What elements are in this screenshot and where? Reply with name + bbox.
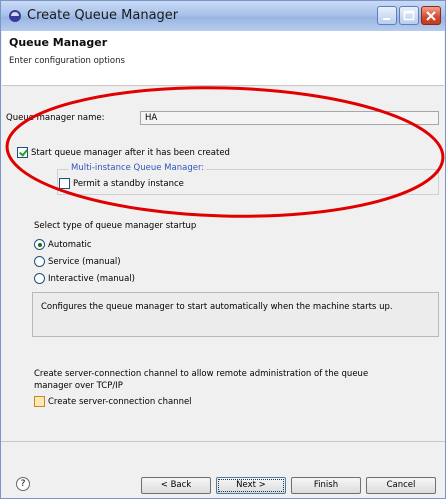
- radio-interactive-manual[interactable]: [34, 273, 45, 284]
- multi-instance-legend: Multi-instance Queue Manager:: [69, 163, 207, 173]
- finish-button-label: Finish: [313, 480, 339, 490]
- create-queue-manager-window: Create Queue Manager Queue Manager Enter…: [0, 0, 446, 499]
- radio-interactive-manual-label: Interactive (manual): [48, 274, 135, 284]
- page-subtitle: Enter configuration options: [9, 56, 125, 66]
- startup-description-box: Configures the queue manager to start au…: [32, 292, 439, 337]
- radio-service-manual-label: Service (manual): [48, 257, 121, 267]
- channel-info-line-1: Create server-connection channel to allo…: [34, 369, 369, 379]
- minimize-icon: [383, 18, 390, 20]
- finish-button[interactable]: Finish: [291, 477, 361, 494]
- cancel-button-label: Cancel: [386, 480, 416, 490]
- back-button-label: < Back: [160, 480, 192, 490]
- footer-divider: [1, 441, 445, 442]
- queue-manager-name-label: Queue manager name:: [6, 113, 105, 123]
- next-button[interactable]: Next >: [216, 477, 286, 494]
- wizard-header: Queue Manager Enter configuration option…: [2, 31, 444, 86]
- close-button[interactable]: [421, 6, 441, 25]
- radio-automatic[interactable]: [34, 239, 45, 250]
- startup-type-label: Select type of queue manager startup: [34, 221, 197, 231]
- close-icon: [426, 11, 436, 21]
- channel-info-line-2: manager over TCP/IP: [34, 381, 123, 391]
- app-icon: [9, 10, 21, 22]
- maximize-icon: [403, 10, 415, 21]
- start-after-create-checkbox[interactable]: [17, 147, 28, 158]
- queue-manager-name-input[interactable]: [140, 111, 439, 125]
- radio-automatic-label: Automatic: [48, 240, 92, 250]
- maximize-button[interactable]: [399, 6, 419, 25]
- next-button-label: Next >: [236, 480, 266, 490]
- cancel-button[interactable]: Cancel: [366, 477, 436, 494]
- start-after-create-label: Start queue manager after it has been cr…: [31, 148, 230, 158]
- permit-standby-label: Permit a standby instance: [73, 179, 184, 189]
- create-channel-checkbox[interactable]: [34, 396, 45, 407]
- permit-standby-checkbox[interactable]: [59, 178, 70, 189]
- create-channel-label: Create server-connection channel: [48, 397, 192, 407]
- back-button[interactable]: < Back: [141, 477, 211, 494]
- help-button[interactable]: ?: [16, 477, 30, 491]
- title-bar[interactable]: Create Queue Manager: [1, 1, 445, 31]
- minimize-button[interactable]: [377, 6, 397, 25]
- page-title: Queue Manager: [9, 36, 108, 49]
- help-icon: ?: [20, 479, 26, 489]
- radio-service-manual[interactable]: [34, 256, 45, 267]
- window-title: Create Queue Manager: [27, 8, 179, 23]
- startup-description-text: Configures the queue manager to start au…: [41, 302, 393, 312]
